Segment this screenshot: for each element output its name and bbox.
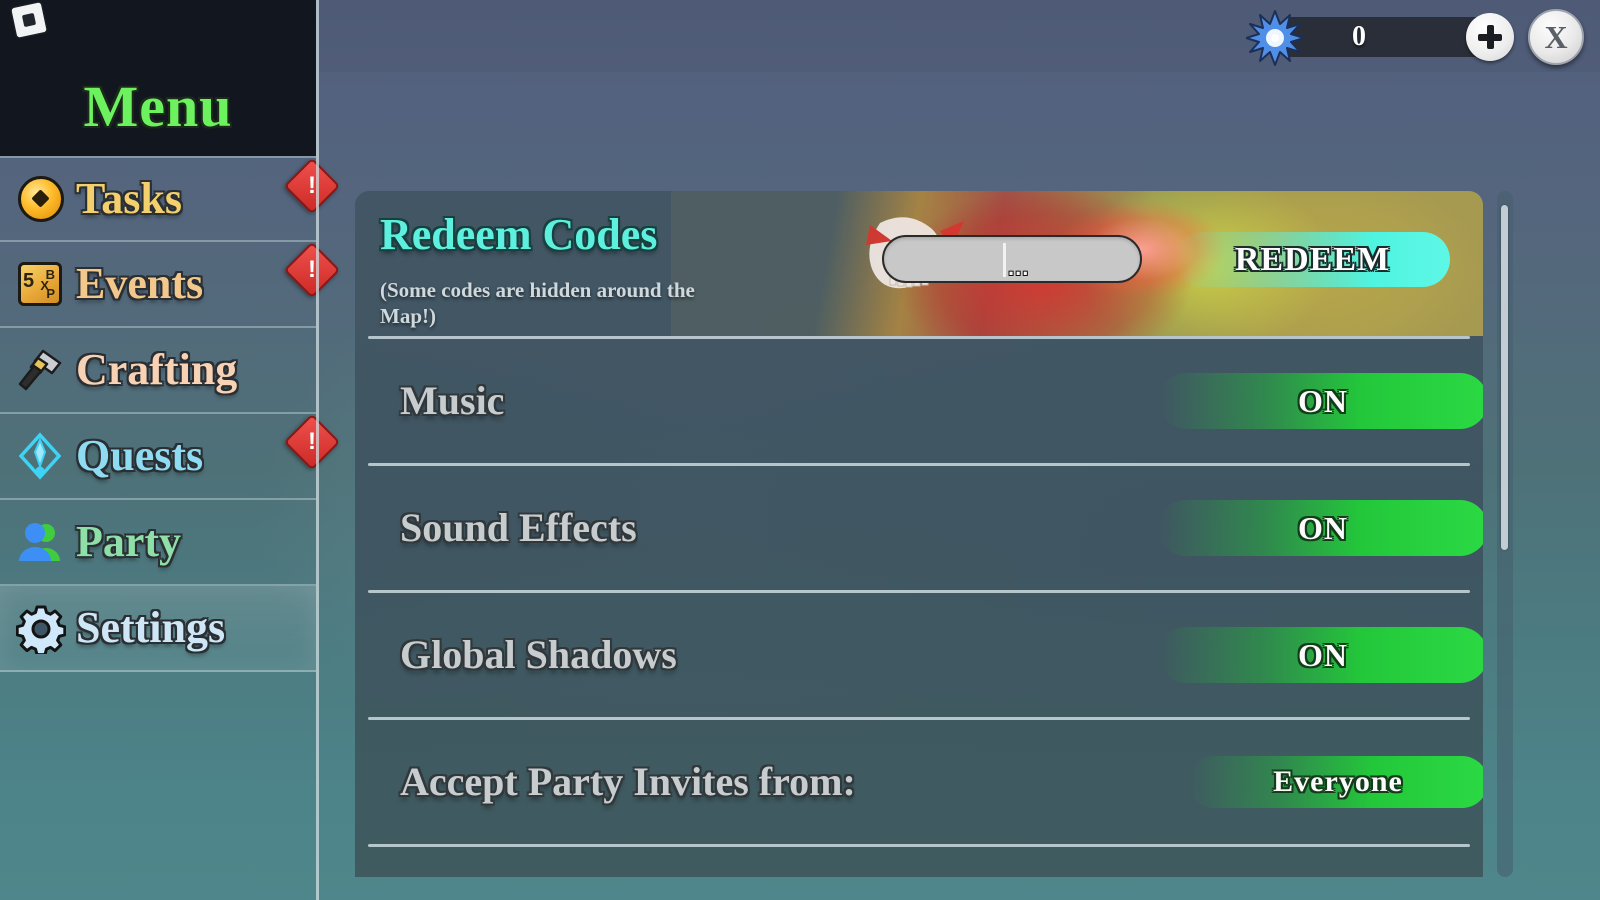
roblox-logo-icon bbox=[11, 2, 47, 38]
accept-party-invites-selector[interactable]: Everyone bbox=[1188, 756, 1483, 808]
events-icon: 5BXP bbox=[14, 257, 68, 311]
code-input[interactable]: ... bbox=[882, 235, 1142, 283]
scrollbar-thumb[interactable] bbox=[1501, 205, 1508, 550]
redeem-button[interactable]: REDEEM bbox=[1175, 232, 1450, 287]
sidebar-header: Menu bbox=[0, 0, 316, 156]
sidebar-item-events[interactable]: 5BXP Events ! bbox=[0, 241, 341, 328]
gear-icon bbox=[14, 601, 68, 655]
panel-scrollbar[interactable] bbox=[1497, 191, 1513, 877]
redeem-button-label: REDEEM bbox=[1234, 240, 1391, 278]
sidebar-item-label: Quests bbox=[76, 431, 204, 480]
party-icon bbox=[14, 515, 68, 569]
row-divider bbox=[368, 844, 1470, 847]
redeem-subtitle: (Some codes are hidden around the Map!) bbox=[380, 278, 695, 329]
toggle-value: ON bbox=[1298, 382, 1348, 419]
currency-value: 0 bbox=[1352, 21, 1366, 52]
setting-label: Music bbox=[400, 378, 505, 423]
sidebar-item-crafting[interactable]: Crafting bbox=[0, 328, 316, 414]
sidebar-item-label: Events bbox=[76, 259, 204, 308]
sidebar-item-label: Crafting bbox=[76, 345, 238, 394]
sidebar-item-label: Party bbox=[76, 517, 182, 566]
settings-panel: Redeem Codes (Some codes are hidden arou… bbox=[355, 191, 1483, 877]
badge-label: ! bbox=[308, 428, 316, 455]
setting-label: Accept Party Invites from: bbox=[400, 759, 856, 804]
setting-row-music[interactable]: Music ON bbox=[355, 339, 1483, 463]
code-input-value: ... bbox=[1008, 255, 1030, 280]
close-icon: X bbox=[1544, 19, 1568, 55]
hammer-icon bbox=[14, 343, 68, 397]
page-title: Menu bbox=[83, 74, 233, 139]
redeem-title: Redeem Codes bbox=[380, 210, 658, 259]
sound-effects-toggle[interactable]: ON bbox=[1158, 500, 1483, 556]
text-caret bbox=[1003, 243, 1006, 277]
toggle-value: Everyone bbox=[1273, 765, 1403, 798]
setting-label: Global Shadows bbox=[400, 632, 677, 677]
badge-label: ! bbox=[308, 256, 316, 283]
sidebar-item-list: Tasks ! 5BXP Events ! Crafting Quests ! … bbox=[0, 156, 341, 672]
currency-bar: 0 X bbox=[1246, 8, 1584, 66]
redeem-codes-section: Redeem Codes (Some codes are hidden arou… bbox=[355, 191, 1483, 336]
sidebar-item-label: Tasks bbox=[76, 174, 183, 223]
currency-pill: 0 bbox=[1246, 10, 1514, 66]
badge-label: ! bbox=[308, 172, 316, 199]
setting-row-accept-party-invites[interactable]: Accept Party Invites from: Everyone bbox=[355, 720, 1483, 844]
sidebar-item-label: Settings bbox=[76, 603, 226, 652]
close-button[interactable]: X bbox=[1528, 9, 1584, 65]
sidebar-item-settings[interactable]: Settings bbox=[0, 586, 316, 672]
add-currency-button[interactable] bbox=[1466, 13, 1514, 61]
star-burst-icon bbox=[1246, 10, 1304, 66]
sidebar-item-party[interactable]: Party bbox=[0, 500, 316, 586]
sidebar-item-tasks[interactable]: Tasks ! bbox=[0, 156, 341, 242]
sidebar: Menu Tasks ! 5BXP Events ! Crafting Ques… bbox=[0, 0, 341, 900]
setting-row-global-shadows[interactable]: Global Shadows ON bbox=[355, 593, 1483, 717]
toggle-value: ON bbox=[1298, 509, 1348, 546]
toggle-value: ON bbox=[1298, 636, 1348, 673]
global-shadows-toggle[interactable]: ON bbox=[1158, 627, 1483, 683]
setting-label: Sound Effects bbox=[400, 505, 637, 550]
coin-icon bbox=[14, 172, 68, 226]
sidebar-divider bbox=[316, 0, 319, 900]
setting-row-sound-effects[interactable]: Sound Effects ON bbox=[355, 466, 1483, 590]
music-toggle[interactable]: ON bbox=[1158, 373, 1483, 429]
sidebar-item-quests[interactable]: Quests ! bbox=[0, 413, 341, 500]
quest-icon bbox=[14, 429, 68, 483]
